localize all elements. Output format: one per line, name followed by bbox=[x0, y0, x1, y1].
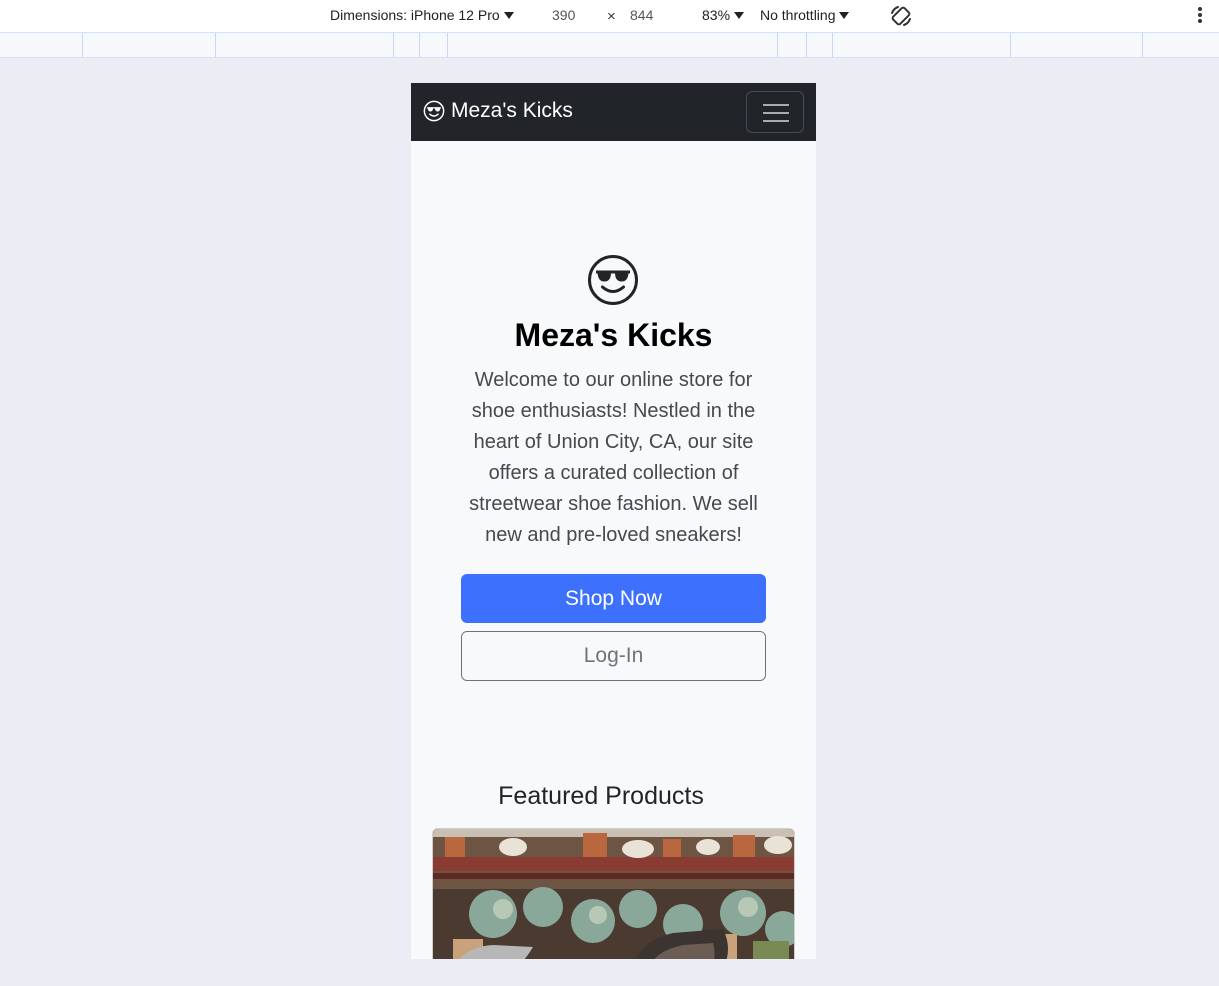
login-button[interactable]: Log-In bbox=[461, 631, 766, 681]
media-query-marker[interactable] bbox=[1142, 33, 1143, 57]
media-query-marker[interactable] bbox=[215, 33, 216, 57]
zoom-label: 83% bbox=[702, 7, 731, 23]
featured-product-card[interactable] bbox=[432, 828, 795, 959]
navbar-brand[interactable]: Meza's Kicks bbox=[423, 99, 573, 123]
caret-down-icon bbox=[839, 11, 850, 19]
media-query-marker[interactable] bbox=[806, 33, 807, 57]
hamburger-menu-icon bbox=[763, 112, 789, 114]
media-query-bar bbox=[0, 32, 1219, 58]
more-options-icon[interactable] bbox=[1196, 7, 1204, 25]
media-query-marker[interactable] bbox=[393, 33, 394, 57]
rotate-icon[interactable] bbox=[889, 4, 913, 28]
caret-down-icon bbox=[734, 11, 745, 19]
hamburger-menu-icon bbox=[763, 104, 789, 106]
zoom-select[interactable]: 83% bbox=[702, 7, 745, 23]
hamburger-menu-icon bbox=[763, 120, 789, 122]
device-dimensions-select[interactable]: Dimensions: iPhone 12 Pro bbox=[330, 7, 514, 23]
dimension-separator: × bbox=[607, 8, 616, 25]
sunglasses-emoji-icon bbox=[423, 100, 445, 122]
media-query-marker[interactable] bbox=[832, 33, 833, 57]
devtools-device-toolbar: Dimensions: iPhone 12 Pro 390 × 844 83% … bbox=[0, 0, 1219, 32]
navbar-toggler-button[interactable] bbox=[746, 91, 804, 133]
viewport-width-input[interactable]: 390 bbox=[552, 7, 575, 23]
hero-description: Welcome to our online store for shoe ent… bbox=[469, 369, 758, 546]
viewport-height-input[interactable]: 844 bbox=[630, 7, 653, 23]
featured-products-heading: Featured Products bbox=[498, 782, 704, 810]
caret-down-icon bbox=[503, 11, 514, 19]
media-query-marker[interactable] bbox=[447, 33, 448, 57]
media-query-marker[interactable] bbox=[777, 33, 778, 57]
throttling-select[interactable]: No throttling bbox=[760, 7, 850, 23]
navbar-brand-text: Meza's Kicks bbox=[451, 99, 573, 122]
media-query-marker[interactable] bbox=[419, 33, 420, 57]
media-query-marker[interactable] bbox=[1010, 33, 1011, 57]
hero-title: Meza's Kicks bbox=[514, 317, 713, 353]
shop-now-button[interactable]: Shop Now bbox=[461, 574, 766, 623]
featured-product-image bbox=[433, 829, 794, 959]
media-query-marker[interactable] bbox=[82, 33, 83, 57]
device-screen: Meza's Kicks Meza's Kicks Welcome to our… bbox=[411, 83, 816, 959]
device-dimensions-label: Dimensions: iPhone 12 Pro bbox=[330, 7, 500, 23]
navbar: Meza's Kicks bbox=[411, 83, 816, 141]
throttling-label: No throttling bbox=[760, 7, 836, 23]
sunglasses-emoji-icon bbox=[588, 255, 638, 305]
